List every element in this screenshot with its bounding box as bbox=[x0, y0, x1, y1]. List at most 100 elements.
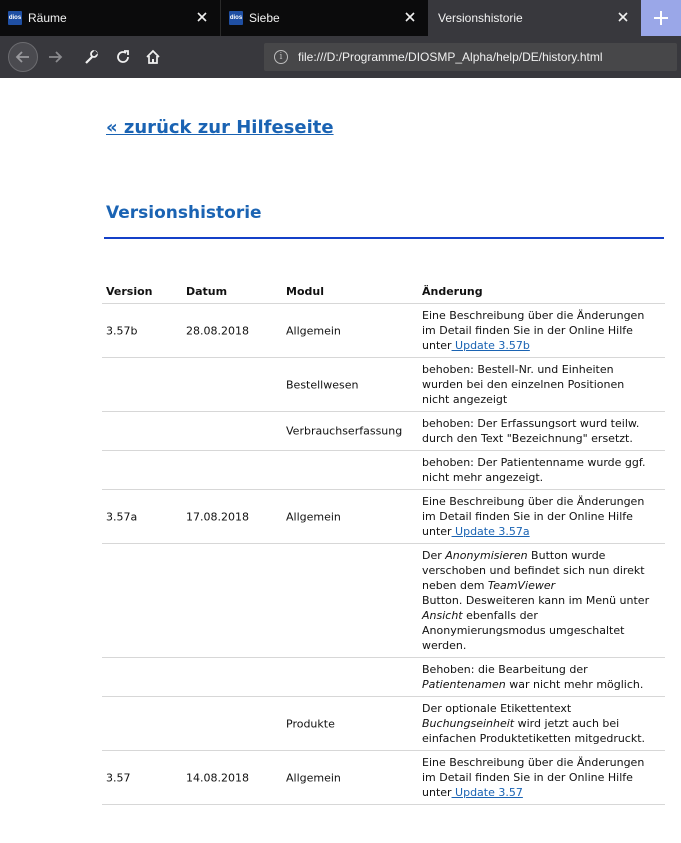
change-text: wurden bei den einzelnen Positionen bbox=[422, 378, 625, 391]
module-cell: Allgemein bbox=[286, 771, 341, 784]
table-header: Version Datum Modul Änderung bbox=[102, 282, 665, 304]
back-to-help-link[interactable]: « zurück zur Hilfeseite bbox=[106, 117, 334, 138]
update-link[interactable]: Update 3.57a bbox=[452, 525, 530, 538]
tab-raeume[interactable]: dios Räume bbox=[0, 0, 220, 36]
module-cell: Verbrauchserfassung bbox=[286, 424, 403, 438]
change-text: unter bbox=[422, 786, 452, 799]
title-divider bbox=[104, 237, 664, 239]
table-row: Bestellwesen behoben: Bestell-Nr. und Ein… bbox=[102, 358, 665, 412]
tab-siebe[interactable]: dios Siebe bbox=[220, 0, 428, 36]
change-line: behoben: Bestell-Nr. und Einheiten bbox=[422, 362, 664, 377]
date-cell: 14.08.2018 bbox=[186, 771, 249, 784]
change-line: wurden bei den einzelnen Positionen bbox=[422, 377, 664, 392]
change-text: behoben: Der Erfassungsort wurd teilw. bbox=[422, 417, 640, 430]
change-text: im Detail finden Sie in der Online Hilfe bbox=[422, 324, 633, 337]
version-history-table: Version Datum Modul Änderung 3.57b 28.08.… bbox=[102, 282, 665, 805]
change-line: Eine Beschreibung über die Änderungen bbox=[422, 755, 664, 770]
tools-button[interactable] bbox=[80, 46, 102, 68]
address-bar[interactable]: i file:///D:/Programme/DIOSMP_Alpha/help… bbox=[264, 43, 677, 71]
change-emphasis: Patientenamen bbox=[422, 678, 506, 691]
module-cell: Allgemein bbox=[286, 324, 341, 337]
header-date: Datum bbox=[186, 285, 228, 298]
change-cell: Eine Beschreibung über die Änderungen im … bbox=[422, 751, 664, 804]
change-text: Eine Beschreibung über die Änderungen bbox=[422, 309, 645, 322]
change-text: behoben: Der Patientenname wurde ggf. bbox=[422, 456, 646, 469]
navigation-toolbar: i file:///D:/Programme/DIOSMP_Alpha/help… bbox=[0, 36, 681, 78]
update-link[interactable]: Update 3.57b bbox=[452, 339, 530, 352]
dios-favicon: dios bbox=[8, 11, 22, 25]
version-cell: 3.57 bbox=[106, 771, 131, 784]
close-icon[interactable] bbox=[615, 9, 631, 25]
home-icon bbox=[146, 49, 160, 64]
change-text: unter bbox=[422, 525, 452, 538]
table-row: 3.57 14.08.2018 Allgemein Eine Beschreibung… bbox=[102, 751, 665, 805]
info-icon[interactable]: i bbox=[274, 50, 288, 64]
change-cell: Behoben: die Bearbeitung der Patientename… bbox=[422, 658, 664, 696]
table-row: Produkte Der optionale Etikettentext Buchu… bbox=[102, 697, 665, 751]
change-cell: behoben: Bestell-Nr. und Einheiten wurden… bbox=[422, 358, 664, 411]
change-line: im Detail finden Sie in der Online Hilfe bbox=[422, 509, 664, 524]
change-text: ebenfalls der bbox=[462, 609, 538, 622]
change-cell: Der Anonymisieren Button wurde verschoben… bbox=[422, 544, 664, 657]
tab-versionshistorie[interactable]: Versionshistorie bbox=[428, 0, 641, 36]
tab-title: Räume bbox=[28, 11, 67, 25]
change-line: Der Anonymisieren Button wurde bbox=[422, 548, 664, 563]
close-icon[interactable] bbox=[402, 9, 418, 25]
change-cell: behoben: Der Erfassungsort wurd teilw. du… bbox=[422, 412, 664, 450]
dios-favicon: dios bbox=[229, 11, 243, 25]
change-emphasis: Ansicht bbox=[422, 609, 463, 622]
header-change: Änderung bbox=[422, 285, 483, 298]
table-row: Verbrauchserfassung behoben: Der Erfassun… bbox=[102, 412, 665, 451]
change-line: nicht mehr angezeigt. bbox=[422, 470, 664, 485]
change-text: neben dem bbox=[422, 579, 488, 592]
change-text: Eine Beschreibung über die Änderungen bbox=[422, 495, 645, 508]
close-icon[interactable] bbox=[194, 9, 210, 25]
change-line: neben dem TeamViewer bbox=[422, 578, 664, 593]
url-text[interactable]: file:///D:/Programme/DIOSMP_Alpha/help/D… bbox=[298, 50, 603, 64]
change-text: Der optionale Etikettentext bbox=[422, 702, 572, 715]
change-text: wird jetzt auch bei bbox=[514, 717, 620, 730]
update-link[interactable]: Update 3.57 bbox=[452, 786, 523, 799]
table-row: behoben: Der Patientenname wurde ggf. nic… bbox=[102, 451, 665, 490]
date-cell: 17.08.2018 bbox=[186, 510, 249, 523]
change-text: Anonymierungsmodus umgeschaltet bbox=[422, 624, 625, 637]
change-line: Button. Desweiteren kann im Menü unter bbox=[422, 593, 664, 608]
new-tab-button[interactable] bbox=[641, 0, 681, 36]
change-line: im Detail finden Sie in der Online Hilfe bbox=[422, 323, 664, 338]
change-line: Buchungseinheit wird jetzt auch bei bbox=[422, 716, 664, 731]
change-text: Button. Desweiteren kann im Menü unter bbox=[422, 594, 650, 607]
change-cell: Eine Beschreibung über die Änderungen im … bbox=[422, 490, 664, 543]
change-emphasis: Buchungseinheit bbox=[422, 717, 515, 730]
change-line: Patientenamen war nicht mehr möglich. bbox=[422, 677, 664, 692]
reload-button[interactable] bbox=[112, 46, 134, 68]
table-row: Der Anonymisieren Button wurde verschoben… bbox=[102, 544, 665, 658]
change-line: werden. bbox=[422, 638, 664, 653]
forward-button[interactable] bbox=[44, 46, 66, 68]
module-cell: Bestellwesen bbox=[286, 378, 359, 391]
home-button[interactable] bbox=[142, 46, 164, 68]
change-line: im Detail finden Sie in der Online Hilfe bbox=[422, 770, 664, 785]
change-line: unter Update 3.57b bbox=[422, 338, 664, 353]
change-cell: behoben: Der Patientenname wurde ggf. nic… bbox=[422, 451, 664, 489]
change-line: behoben: Der Patientenname wurde ggf. bbox=[422, 455, 664, 470]
change-line: Eine Beschreibung über die Änderungen bbox=[422, 494, 664, 509]
change-line: Behoben: die Bearbeitung der bbox=[422, 662, 664, 677]
wrench-icon bbox=[85, 50, 98, 64]
change-line: unter Update 3.57 bbox=[422, 785, 664, 800]
arrow-right-icon bbox=[49, 51, 63, 63]
change-text: durch den Text "Bezeichnung" ersetzt. bbox=[422, 432, 633, 445]
change-cell: Der optionale Etikettentext Buchungseinhe… bbox=[422, 697, 664, 750]
header-version: Version bbox=[106, 285, 153, 298]
change-text: war nicht mehr möglich. bbox=[505, 678, 644, 691]
back-button[interactable] bbox=[8, 42, 38, 72]
change-line: Eine Beschreibung über die Änderungen bbox=[422, 308, 664, 323]
change-text: nicht mehr angezeigt. bbox=[422, 471, 544, 484]
version-cell: 3.57a bbox=[106, 510, 138, 523]
change-text: verschoben und befindet sich nun direkt bbox=[422, 564, 645, 577]
tab-title: Versionshistorie bbox=[438, 11, 523, 25]
reload-icon bbox=[117, 50, 129, 63]
change-line: durch den Text "Bezeichnung" ersetzt. bbox=[422, 431, 664, 446]
change-emphasis: TeamViewer bbox=[487, 579, 556, 592]
change-text: Behoben: die Bearbeitung der bbox=[422, 663, 588, 676]
plus-icon bbox=[654, 11, 668, 25]
